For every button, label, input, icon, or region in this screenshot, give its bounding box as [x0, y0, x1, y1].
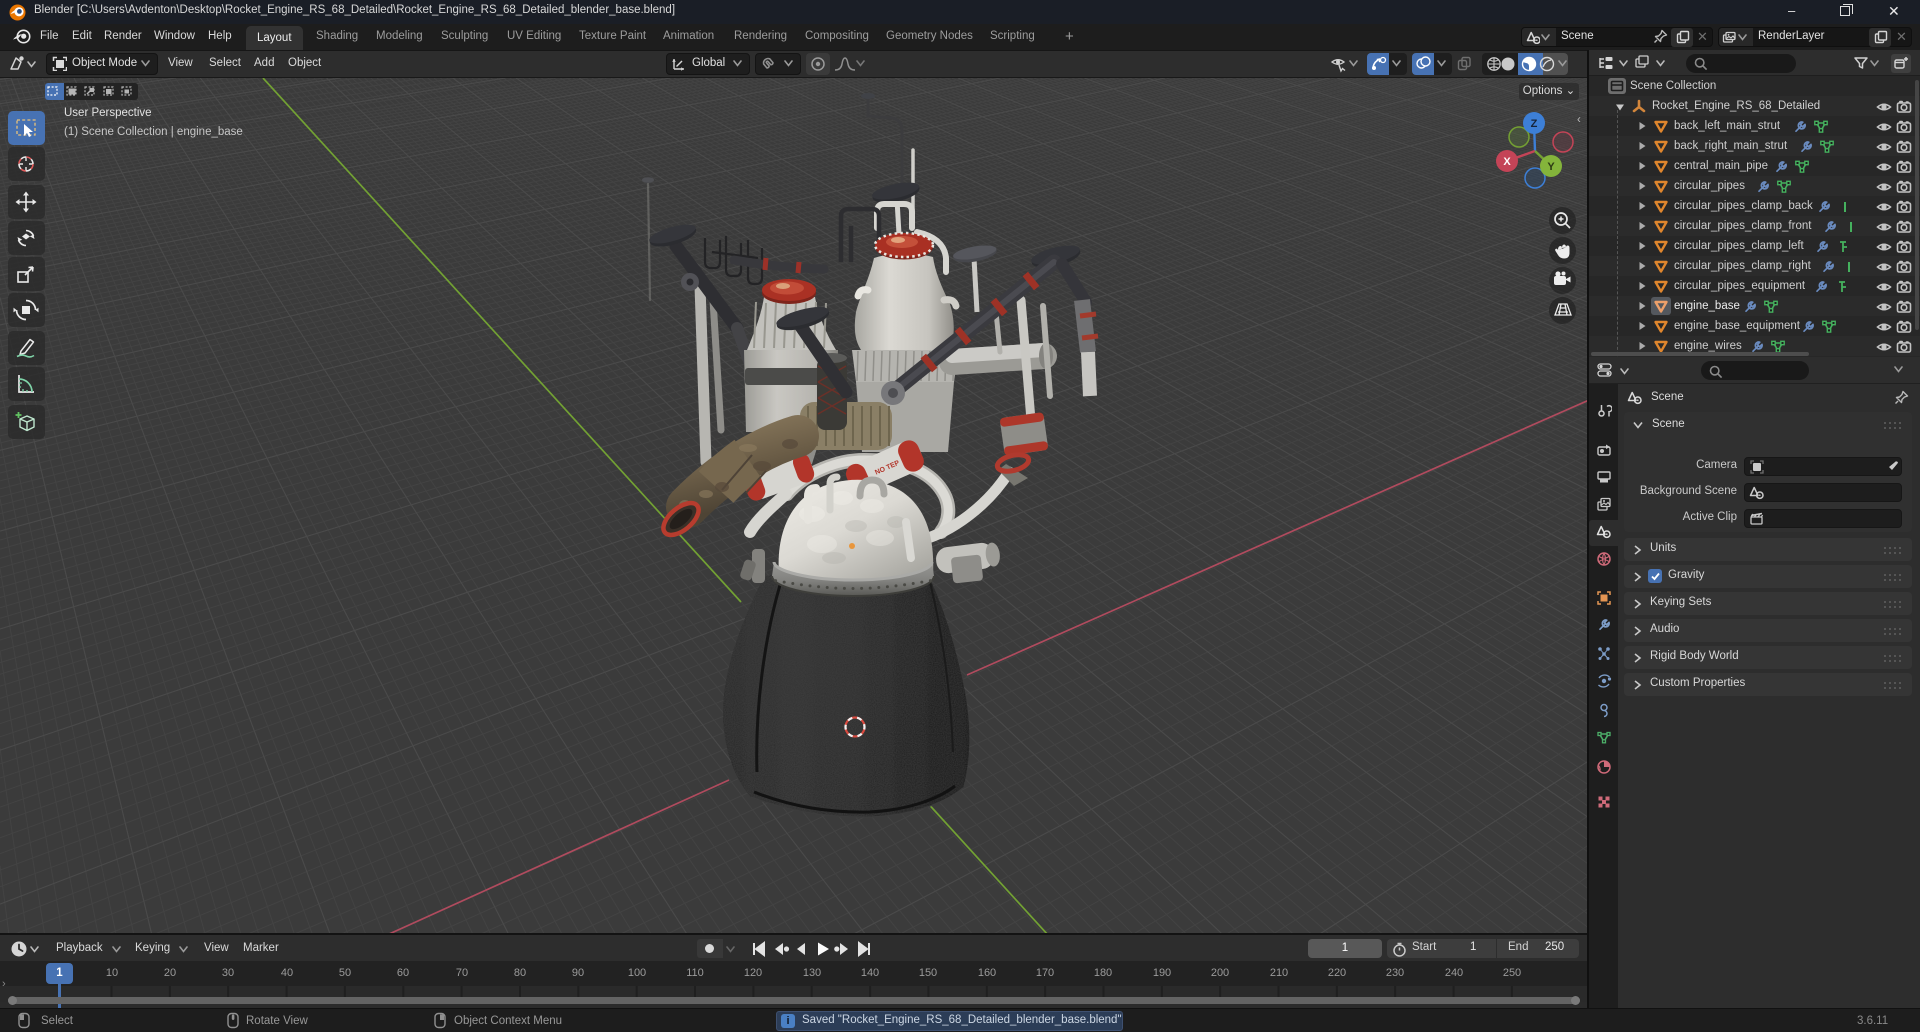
svg-text:X: X [1503, 156, 1511, 168]
svg-text:Y: Y [1547, 161, 1555, 173]
svg-text:Z: Z [1531, 118, 1538, 130]
